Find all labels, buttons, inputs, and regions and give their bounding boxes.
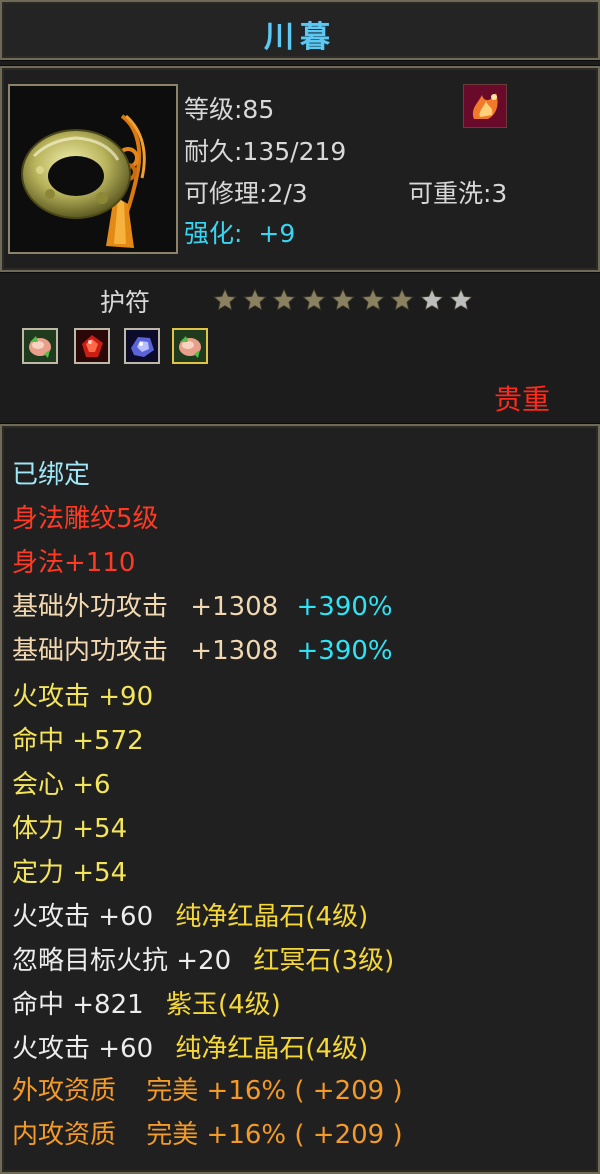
bound-status: 已绑定 <box>12 460 91 490</box>
crit-line: 会心 +6 <box>12 770 111 800</box>
star-filled-icon <box>242 288 267 311</box>
agility-line: 身法+110 <box>12 548 136 578</box>
gem-slot-2[interactable] <box>74 328 110 364</box>
int-attack-value: +1308 <box>190 636 279 666</box>
ext-attack-line: 基础外功攻击 +1308 +390% <box>12 586 393 623</box>
gem-3-name: 紫玉(4级) <box>165 990 281 1020</box>
star-filled-icon <box>301 288 326 311</box>
star-filled-icon <box>360 288 385 311</box>
int-attack-line: 基础内功攻击 +1308 +390% <box>12 630 393 667</box>
gem-slot-1[interactable] <box>22 328 58 364</box>
star-filled-icon <box>390 288 414 311</box>
ext-attack-pct: +390% <box>296 592 393 622</box>
green-red-gem-icon <box>174 330 206 362</box>
gem-4-name: 纯净红晶石(4级) <box>175 1034 369 1064</box>
quality-2-label: 内攻资质 <box>12 1120 117 1150</box>
item-rewashable: 可重洗:3 <box>408 179 508 208</box>
quality-1-value: 完美 +16% ( +209 ) <box>146 1076 403 1106</box>
gem-slot-3[interactable] <box>124 328 160 364</box>
quality-1-label: 外攻资质 <box>12 1076 117 1106</box>
item-name: 川暮 <box>264 20 336 55</box>
item-enhance: 强化: +9 <box>184 214 295 250</box>
enhance-label: 强化: <box>184 219 243 248</box>
item-icon-frame[interactable] <box>8 84 178 254</box>
rarity-label: 贵重 <box>494 383 551 416</box>
int-attack-label: 基础内功攻击 <box>12 636 169 666</box>
gem-2-effect: 忽略目标火抗 +20 <box>12 946 232 976</box>
green-red-gem-icon <box>24 330 56 362</box>
item-tooltip: 川暮 等级:85 耐久:135/219 可修理:2/3 可重洗:3 强化: +9… <box>0 0 600 1174</box>
fire-attack-line: 火攻击 +90 <box>12 682 154 712</box>
gem-3-effect: 命中 +821 <box>12 990 144 1020</box>
item-durability: 耐久:135/219 <box>184 137 347 166</box>
quality-line-1: 外攻资质 完美 +16% ( +209 ) <box>12 1070 403 1107</box>
quality-line-2: 内攻资质 完美 +16% ( +209 ) <box>12 1114 403 1151</box>
focus-line: 定力 +54 <box>12 858 128 888</box>
star-filled-icon <box>272 288 296 311</box>
enhance-value: +9 <box>258 219 296 248</box>
gem-line-3: 命中 +821 紫玉(4级) <box>12 984 281 1021</box>
gem-line-1: 火攻击 +60 纯净红晶石(4级) <box>12 896 368 933</box>
gem-line-2: 忽略目标火抗 +20 红冥石(3级) <box>12 940 394 977</box>
gem-slot-4[interactable] <box>172 328 208 364</box>
int-attack-pct: +390% <box>296 636 393 666</box>
red-gem-icon <box>76 330 108 362</box>
item-repairable: 可修理:2/3 <box>184 179 308 208</box>
jade-ring-pendant-icon <box>10 86 176 252</box>
item-level: 等级:85 <box>184 95 275 124</box>
title-bar: 川暮 <box>0 0 600 60</box>
item-type: 护符 <box>100 288 151 317</box>
gem-1-name: 纯净红晶石(4级) <box>175 902 369 932</box>
engrave-line: 身法雕纹5级 <box>12 504 159 534</box>
star-filled-icon <box>331 288 355 311</box>
gem-4-effect: 火攻击 +60 <box>12 1034 154 1064</box>
gem-line-4: 火攻击 +60 纯净红晶石(4级) <box>12 1028 368 1065</box>
ext-attack-label: 基础外功攻击 <box>12 592 169 622</box>
blue-gem-icon <box>126 330 158 362</box>
gem-1-effect: 火攻击 +60 <box>12 902 154 932</box>
star-filled-icon <box>213 288 237 311</box>
flame-badge-icon <box>463 84 507 128</box>
star-empty-icon <box>419 288 444 311</box>
quality-2-value: 完美 +16% ( +209 ) <box>146 1120 403 1150</box>
gem-2-name: 红冥石(3级) <box>253 946 395 976</box>
hit-line: 命中 +572 <box>12 726 144 756</box>
star-empty-icon <box>449 288 473 311</box>
stamina-line: 体力 +54 <box>12 814 128 844</box>
ext-attack-value: +1308 <box>190 592 279 622</box>
